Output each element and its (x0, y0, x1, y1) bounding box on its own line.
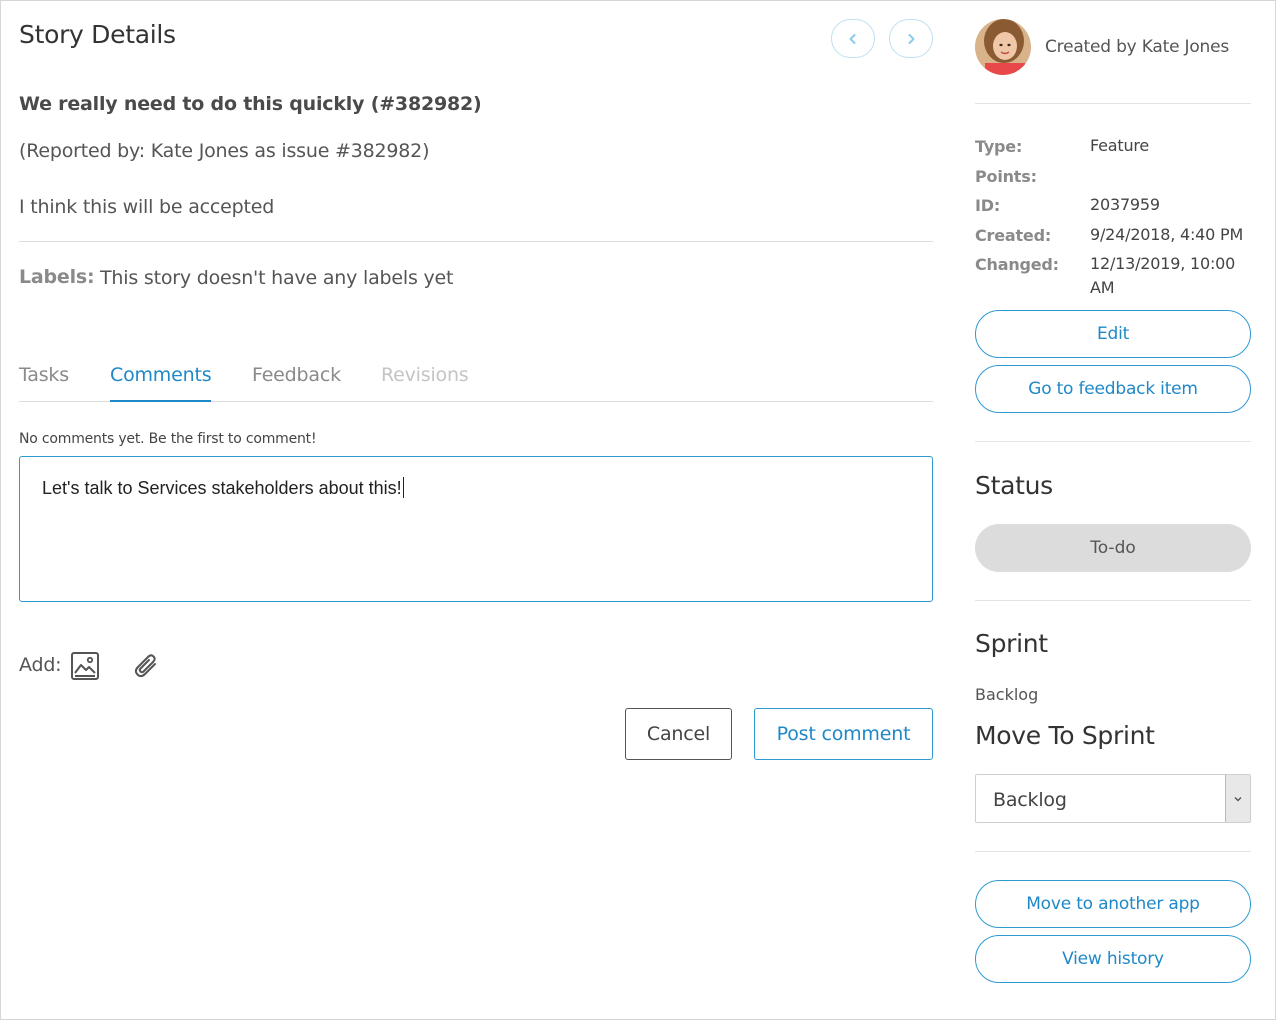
post-comment-button[interactable]: Post comment (754, 708, 933, 760)
cancel-button[interactable]: Cancel (625, 708, 732, 760)
status-heading: Status (975, 471, 1053, 500)
meta-type-value: Feature (1090, 136, 1150, 155)
tab-comments[interactable]: Comments (110, 364, 212, 402)
story-title: We really need to do this quickly (#3829… (19, 93, 482, 115)
go-to-feedback-button[interactable]: Go to feedback item (975, 365, 1251, 413)
divider (19, 241, 933, 242)
story-description: I think this will be accepted (19, 196, 275, 218)
move-to-another-app-button[interactable]: Move to another app (975, 880, 1251, 928)
no-comments-text: No comments yet. Be the first to comment… (19, 431, 317, 447)
text-caret (402, 477, 404, 498)
edit-button[interactable]: Edit (975, 310, 1251, 358)
meta-id-key: ID: (975, 196, 1001, 215)
chevron-left-icon (849, 33, 856, 44)
avatar (975, 19, 1031, 75)
meta-changed-key: Changed: (975, 255, 1059, 274)
page-title: Story Details (19, 20, 176, 49)
meta-changed-value: 12/13/2019, 10:00 AM (1090, 254, 1236, 297)
current-sprint: Backlog (975, 685, 1039, 704)
move-to-sprint-heading: Move To Sprint (975, 721, 1155, 750)
comment-input-value: Let's talk to Services stakeholders abou… (42, 478, 402, 498)
reported-by-text: (Reported by: Kate Jones as issue #38298… (19, 140, 430, 162)
previous-story-button[interactable] (831, 19, 875, 58)
meta-points-key: Points: (975, 167, 1037, 186)
add-attachment-label: Add: (19, 654, 62, 676)
image-icon[interactable] (69, 650, 101, 682)
meta-created-key: Created: (975, 226, 1052, 245)
divider (975, 441, 1251, 442)
divider (975, 851, 1251, 852)
divider (975, 600, 1251, 601)
sprint-select-value: Backlog (993, 789, 1067, 811)
tab-tasks[interactable]: Tasks (19, 364, 69, 402)
tab-revisions: Revisions (381, 364, 469, 386)
labels-key: Labels: (19, 266, 95, 288)
status-button[interactable]: To-do (975, 524, 1251, 572)
tab-feedback[interactable]: Feedback (252, 364, 341, 402)
sprint-heading: Sprint (975, 629, 1048, 658)
comment-input[interactable]: Let's talk to Services stakeholders abou… (19, 456, 933, 602)
chevron-right-icon (908, 33, 915, 44)
next-story-button[interactable] (889, 19, 933, 58)
paperclip-icon[interactable] (130, 650, 162, 682)
meta-type-key: Type: (975, 137, 1023, 156)
view-history-button[interactable]: View history (975, 935, 1251, 983)
labels-value: This story doesn't have any labels yet (100, 267, 454, 289)
chevron-down-icon[interactable] (1225, 775, 1250, 822)
sprint-select[interactable]: Backlog (975, 774, 1251, 823)
meta-id-value: 2037959 (1090, 195, 1160, 214)
tab-bar: Tasks Comments Feedback Revisions (19, 362, 933, 402)
divider (975, 103, 1251, 104)
created-by-text: Created by Kate Jones (1045, 37, 1230, 57)
meta-created-value: 9/24/2018, 4:40 PM (1090, 225, 1244, 244)
